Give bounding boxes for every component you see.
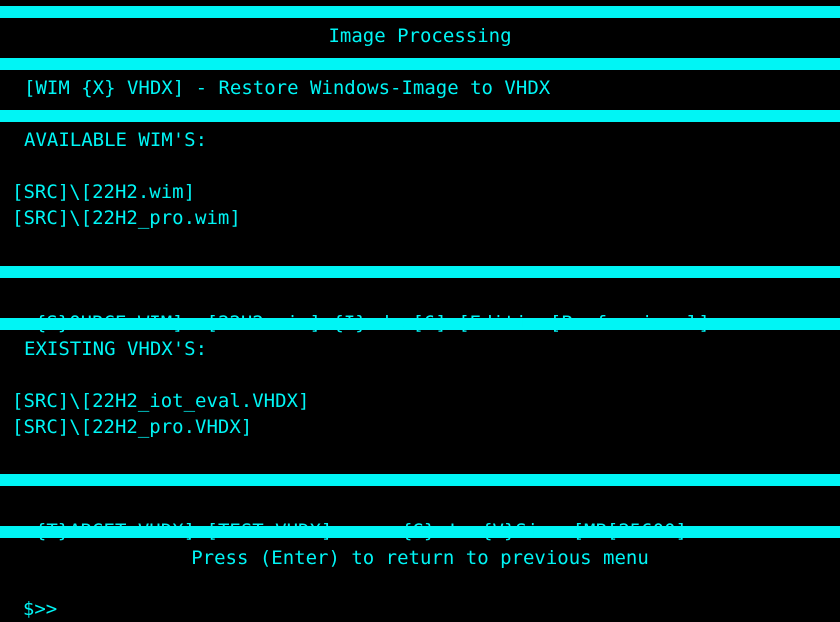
source-wim-line: {S}OURCE-WIM] [22H2.wim] {I}ndex[6] [Edi… — [12, 284, 710, 334]
existing-vhdx-heading: EXISTING VHDX'S: — [24, 338, 208, 360]
go-option[interactable]: {G}o! — [401, 520, 458, 542]
divider-bar-source-top — [0, 266, 840, 278]
divider-bar-target-top — [0, 474, 840, 486]
vhdx-list-item[interactable]: [SRC]\[22H2_pro.VHDX] — [12, 414, 252, 440]
target-vhdx-value: [TEST.VHDX] — [206, 520, 333, 542]
vhdx-list-item[interactable]: [SRC]\[22H2_iot_eval.VHDX] — [12, 388, 309, 414]
divider-bar-mode-bottom — [0, 110, 840, 122]
target-vhdx-line: {T}ARGET-VHDX] [TEST.VHDX] {G}o! {V}Size… — [12, 492, 687, 542]
index-option[interactable]: {I}ndex[6] — [332, 312, 446, 334]
mode-line: [WIM {X} VHDX] - Restore Windows-Image t… — [24, 77, 551, 99]
prompt-symbol: $>> — [22, 598, 58, 620]
edition-value: [Edition[Professional] — [458, 312, 710, 334]
vsize-option[interactable]: {V}Size [MB[25600] — [481, 520, 687, 542]
available-wims-heading: AVAILABLE WIM'S: — [24, 129, 208, 151]
divider-bar-title-bottom — [0, 58, 840, 70]
divider-bar-top — [0, 6, 840, 18]
target-vhdx-option[interactable]: {T}ARGET-VHDX] — [35, 520, 195, 542]
wim-list-item[interactable]: [SRC]\[22H2.wim] — [12, 179, 195, 205]
command-prompt[interactable]: $>> — [0, 570, 57, 620]
source-wim-value: [22H2.wim] — [206, 312, 321, 334]
footer-hint: Press (Enter) to return to previous menu — [191, 547, 649, 569]
source-wim-option[interactable]: {S}OURCE-WIM] — [35, 312, 184, 334]
page-title: Image Processing — [328, 25, 512, 47]
wim-list-item[interactable]: [SRC]\[22H2_pro.wim] — [12, 205, 241, 231]
